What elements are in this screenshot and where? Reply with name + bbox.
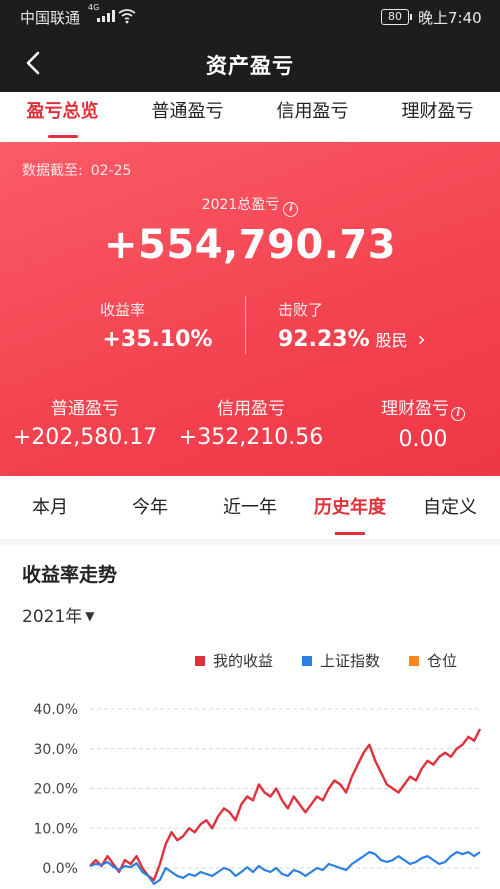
y-tick-label: 40.0% <box>34 702 78 718</box>
total-profit: +554,790.73 <box>103 222 397 268</box>
breakdown-value: +202,580.17 <box>12 425 158 450</box>
divider <box>245 296 246 354</box>
legend-swatch <box>302 655 312 666</box>
return-chart-svg: 40.0% 30.0% 20.0% 10.0% 0.0% <box>34 702 482 885</box>
breakdown-wealth: 理财盈亏 i 0.00 <box>368 394 478 452</box>
return-rate-label: 收益率 <box>99 301 145 319</box>
tab-credit[interactable]: 信用盈亏 <box>250 92 375 142</box>
chevron-right-icon: › <box>417 327 426 351</box>
breakdown-label: 理财盈亏 <box>381 399 449 419</box>
clock: 晚上7:40 <box>418 9 482 27</box>
beat-row[interactable]: 92.23% 股民 › <box>278 327 426 352</box>
chart-title: 收益率走势 <box>22 564 118 586</box>
tab-history-years[interactable]: 历史年度 <box>300 476 400 539</box>
beat-label: 击败了 <box>278 301 324 319</box>
section-gap <box>0 540 500 546</box>
breakdown-credit: 信用盈亏 +352,210.56 <box>178 394 324 450</box>
breakdown-value: +352,210.56 <box>178 425 324 450</box>
signal-icon <box>97 10 115 22</box>
breakdown-label: 信用盈亏 <box>217 399 285 419</box>
nav-bar: 资产盈亏 <box>0 34 500 92</box>
carrier-label: 中国联通 <box>20 9 81 27</box>
legend-position[interactable]: 仓位 <box>409 650 457 671</box>
beat-suffix: 股民 <box>375 331 408 350</box>
breakdown-label-row: 理财盈亏 i <box>368 394 478 421</box>
info-icon[interactable]: i <box>451 407 465 421</box>
tab-this-month[interactable]: 本月 <box>0 476 100 539</box>
legend-swatch <box>195 655 205 666</box>
caret-down-icon: ▼ <box>85 609 95 623</box>
info-icon[interactable]: i <box>283 202 299 217</box>
period-tabs: 本月 今年 近一年 历史年度 自定义 <box>0 476 500 540</box>
tab-wealth[interactable]: 理财盈亏 <box>375 92 500 142</box>
beat-value: 92.23% <box>278 327 370 352</box>
battery-icon: 80 <box>381 9 412 25</box>
legend-label: 上证指数 <box>320 652 381 670</box>
tab-last-year[interactable]: 近一年 <box>200 476 300 539</box>
year-dropdown[interactable]: 2021年 ▼ <box>22 602 95 627</box>
tab-overview[interactable]: 盈亏总览 <box>0 92 125 142</box>
tab-custom[interactable]: 自定义 <box>400 476 500 539</box>
legend-label: 仓位 <box>427 652 458 670</box>
breakdown-normal: 普通盈亏 +202,580.17 <box>12 394 158 450</box>
tab-this-year[interactable]: 今年 <box>100 476 200 539</box>
legend-swatch <box>409 655 419 666</box>
breakdown-label: 普通盈亏 <box>51 399 119 419</box>
year-dropdown-value: 2021年 <box>22 607 83 627</box>
page-title: 资产盈亏 <box>206 54 294 78</box>
summary-card: 数据截至: 02-25 2021总盈亏 i +554,790.73 收益率 +35.… <box>0 142 500 476</box>
legend-label: 我的收益 <box>213 652 274 670</box>
return-rate-value: +35.10% <box>102 327 213 352</box>
data-date: 数据截至: 02-25 <box>22 160 131 180</box>
return-chart[interactable]: 40.0% 30.0% 20.0% 10.0% 0.0% <box>0 690 500 889</box>
legend-index[interactable]: 上证指数 <box>302 650 380 671</box>
tab-normal[interactable]: 普通盈亏 <box>125 92 250 142</box>
year-total-title: 2021总盈亏 i <box>0 194 500 217</box>
y-tick-label: 20.0% <box>34 782 78 798</box>
data-date-label: 数据截至: <box>22 163 83 179</box>
y-tick-label: 10.0% <box>34 821 78 837</box>
top-tabs: 盈亏总览 普通盈亏 信用盈亏 理财盈亏 <box>0 92 500 142</box>
status-bar: 中国联通 4G 80 晚上7:40 <box>0 0 500 34</box>
wifi-icon <box>118 9 136 24</box>
year-total-label: 2021总盈亏 <box>201 197 280 213</box>
legend-my-return[interactable]: 我的收益 <box>195 650 273 671</box>
y-tick-label: 0.0% <box>42 861 78 877</box>
y-tick-label: 30.0% <box>34 742 78 758</box>
data-date-value: 02-25 <box>90 163 132 179</box>
breakdown-value: 0.00 <box>398 427 448 452</box>
